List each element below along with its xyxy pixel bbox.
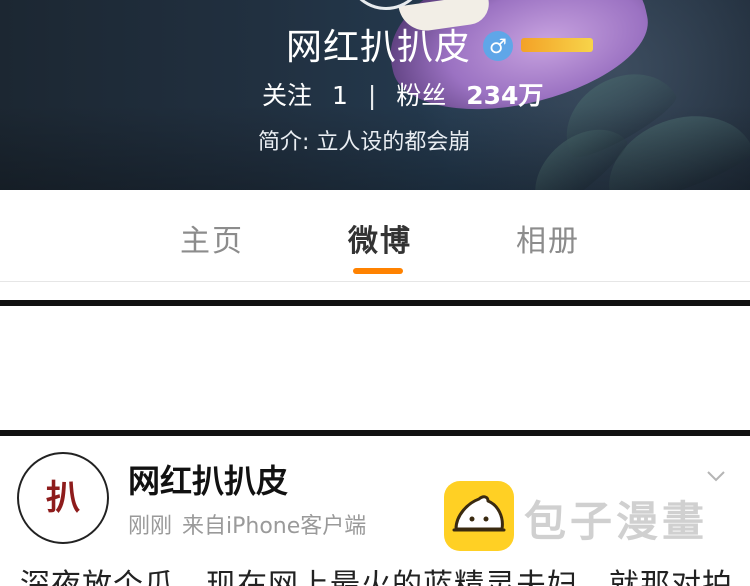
watermark-text: 包子漫畫: [524, 497, 709, 546]
profile-header: 网红扒扒皮 ♂ 关注 1 | 粉丝 234万 简介: 立人设的都会崩: [0, 0, 750, 190]
profile-bio: 简介: 立人设的都会崩: [258, 130, 471, 155]
following-stat[interactable]: 关注 1: [262, 76, 348, 112]
following-count: 1: [331, 81, 348, 110]
post-meta: 刚刚 来自iPhone客户端: [128, 508, 366, 540]
followers-label: 粉丝: [396, 81, 447, 110]
post-time: 刚刚: [128, 514, 173, 539]
blank-panel: [0, 306, 750, 430]
bun-icon: [452, 495, 506, 532]
tab-weibo[interactable]: 微博: [348, 216, 412, 260]
followers-stat[interactable]: 粉丝 234万: [396, 76, 543, 112]
followers-count: 234万: [466, 81, 544, 110]
watermark-logo: [444, 481, 514, 551]
post-author-name[interactable]: 网红扒扒皮: [128, 456, 288, 502]
post-text: 深夜放个瓜，现在网上最火的蓝精灵夫妇，就那对拍: [20, 568, 733, 586]
post-source: 来自iPhone客户端: [182, 514, 367, 539]
chevron-down-icon[interactable]: [706, 466, 726, 486]
profile-stats: 关注 1 | 粉丝 234万: [262, 76, 543, 112]
panel-divider: [0, 430, 750, 436]
following-label: 关注: [262, 81, 313, 110]
vip-badge-icon[interactable]: [521, 38, 593, 52]
post-author-avatar[interactable]: 扒: [17, 452, 109, 544]
tab-home[interactable]: 主页: [180, 216, 244, 260]
tab-album[interactable]: 相册: [516, 216, 580, 260]
male-gender-icon: ♂: [483, 31, 513, 61]
active-tab-indicator: [353, 268, 403, 274]
profile-name: 网红扒扒皮: [286, 27, 472, 68]
stats-separator: |: [367, 81, 377, 110]
